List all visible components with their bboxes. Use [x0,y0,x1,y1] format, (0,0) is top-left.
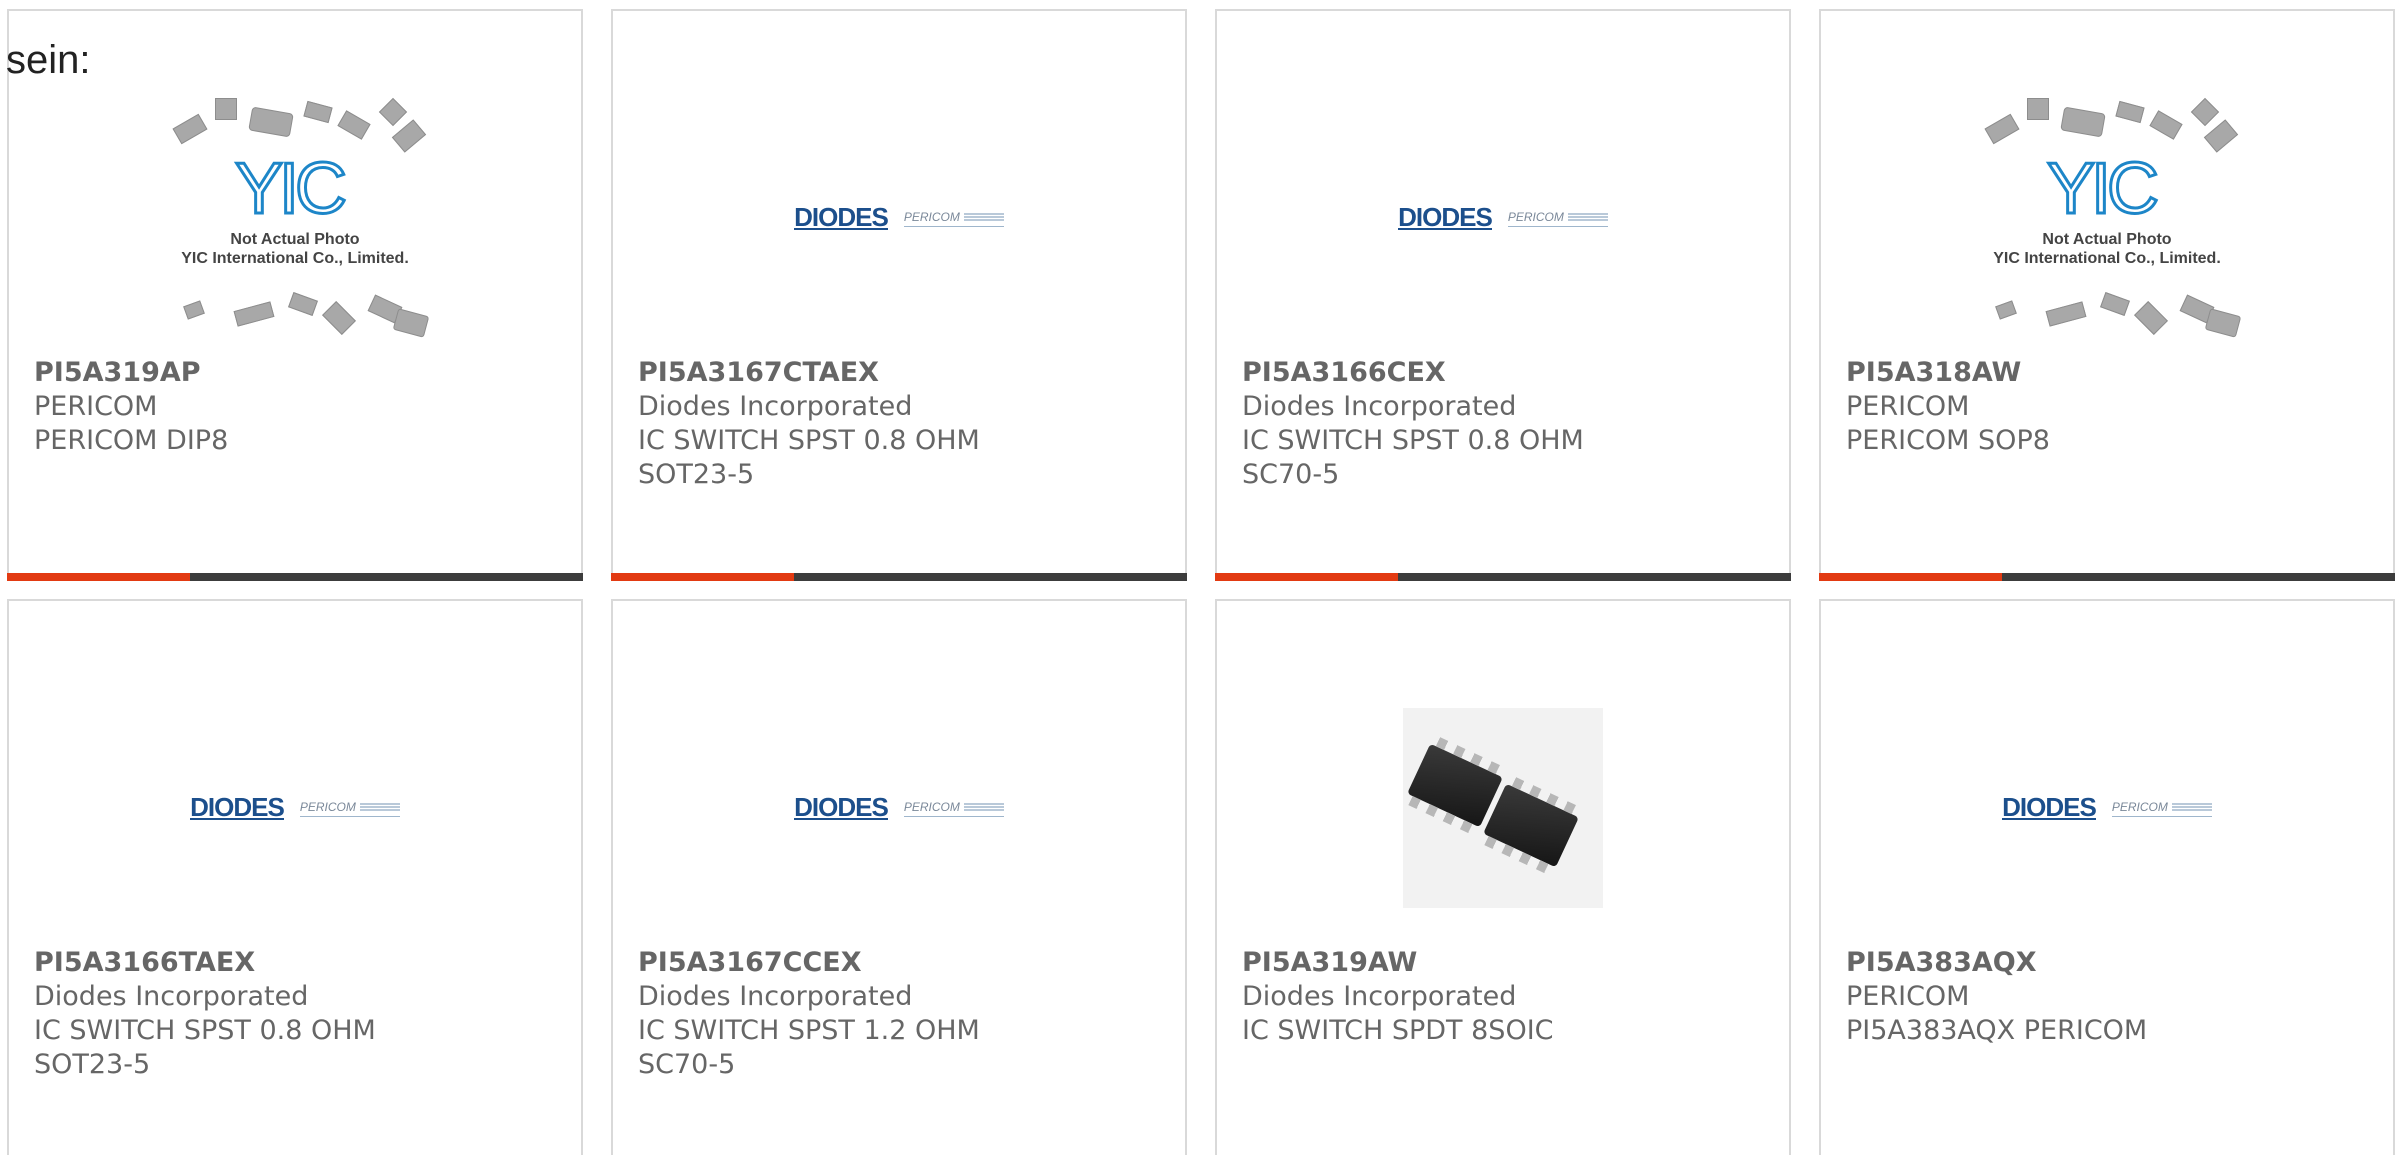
manufacturer: Diodes Incorporated [638,981,913,1012]
yic-logo: YIC [2045,149,2160,229]
card-accent [611,573,794,581]
product-card[interactable]: DIODES PERICOM PI5A3166CEX Diodes Incorp… [1215,9,1791,581]
card-bottom-bar [611,573,1187,581]
yic-placeholder-image: YIC Not Actual Photo YIC International C… [1967,97,2247,338]
part-number[interactable]: PI5A319AW [1242,946,1672,980]
product-image[interactable]: DIODES PERICOM [613,683,1185,933]
product-image[interactable] [1217,683,1789,933]
diodes-logo-image: DIODES PERICOM [794,794,1004,820]
product-grid-page: sein: YIC Not Actual Photo YIC Internati… [0,0,2400,1155]
product-card[interactable]: DIODES PERICOM PI5A3166TAEX Diodes Incor… [7,599,583,1155]
card-accent [1215,573,1398,581]
product-image[interactable]: DIODES PERICOM [1821,683,2393,933]
product-card[interactable]: DIODES PERICOM PI5A3167CCEX Diodes Incor… [611,599,1187,1155]
product-info: PI5A3167CCEX Diodes Incorporated IC SWIT… [638,946,1068,1082]
manufacturer: PERICOM [1846,391,1970,422]
description: PI5A383AQX PERICOM [1846,1015,2148,1046]
description: IC SWITCH SPST 0.8 OHM SOT23-5 [34,1015,376,1080]
top-text: sein: [6,38,91,82]
product-card[interactable]: PI5A319AW Diodes Incorporated IC SWITCH … [1215,599,1791,1155]
product-image[interactable]: DIODES PERICOM [613,93,1185,343]
product-card[interactable]: DIODES PERICOM PI5A383AQX PERICOM PI5A38… [1819,599,2395,1155]
soic-chip-photo [1403,708,1603,908]
description: IC SWITCH SPST 0.8 OHM SOT23-5 [638,425,980,490]
manufacturer: Diodes Incorporated [638,391,913,422]
part-number[interactable]: PI5A319AP [34,356,464,390]
manufacturer: Diodes Incorporated [1242,981,1517,1012]
description: PERICOM DIP8 [34,425,229,456]
part-number[interactable]: PI5A383AQX [1846,946,2276,980]
part-number[interactable]: PI5A3166TAEX [34,946,464,980]
diodes-logo-image: DIODES PERICOM [190,794,400,820]
product-image[interactable]: DIODES PERICOM [9,683,581,933]
yic-placeholder-image: YIC Not Actual Photo YIC International C… [155,97,435,338]
description: IC SWITCH SPDT 8SOIC [1242,1015,1554,1046]
yic-logo: YIC [233,149,348,229]
card-bottom-bar [1215,573,1791,581]
product-info: PI5A319AP PERICOM PERICOM DIP8 [34,356,464,458]
product-image[interactable]: DIODES PERICOM [1217,93,1789,343]
card-accent [1819,573,2002,581]
part-number[interactable]: PI5A3166CEX [1242,356,1672,390]
diodes-logo-image: DIODES PERICOM [794,204,1004,230]
yic-caption: Not Actual Photo YIC International Co., … [181,231,409,267]
description: PERICOM SOP8 [1846,425,2050,456]
manufacturer: Diodes Incorporated [1242,391,1517,422]
manufacturer: PERICOM [1846,981,1970,1012]
product-info: PI5A3166TAEX Diodes Incorporated IC SWIT… [34,946,464,1082]
product-info: PI5A383AQX PERICOM PI5A383AQX PERICOM [1846,946,2276,1048]
card-accent [7,573,190,581]
part-number[interactable]: PI5A3167CCEX [638,946,1068,980]
yic-caption: Not Actual Photo YIC International Co., … [1993,231,2221,267]
part-number[interactable]: PI5A318AW [1846,356,2276,390]
diodes-logo-image: DIODES PERICOM [1398,204,1608,230]
product-card[interactable]: YIC Not Actual Photo YIC International C… [7,9,583,581]
product-info: PI5A3167CTAEX Diodes Incorporated IC SWI… [638,356,1068,492]
manufacturer: PERICOM [34,391,158,422]
product-info: PI5A3166CEX Diodes Incorporated IC SWITC… [1242,356,1672,492]
product-info: PI5A318AW PERICOM PERICOM SOP8 [1846,356,2276,458]
product-image[interactable]: YIC Not Actual Photo YIC International C… [9,93,581,343]
card-bottom-bar [7,573,583,581]
part-number[interactable]: PI5A3167CTAEX [638,356,1068,390]
product-info: PI5A319AW Diodes Incorporated IC SWITCH … [1242,946,1672,1048]
description: IC SWITCH SPST 1.2 OHM SC70-5 [638,1015,980,1080]
product-card[interactable]: DIODES PERICOM PI5A3167CTAEX Diodes Inco… [611,9,1187,581]
description: IC SWITCH SPST 0.8 OHM SC70-5 [1242,425,1584,490]
diodes-logo-image: DIODES PERICOM [2002,794,2212,820]
manufacturer: Diodes Incorporated [34,981,309,1012]
product-image[interactable]: YIC Not Actual Photo YIC International C… [1821,93,2393,343]
product-card[interactable]: YIC Not Actual Photo YIC International C… [1819,9,2395,581]
card-bottom-bar [1819,573,2395,581]
